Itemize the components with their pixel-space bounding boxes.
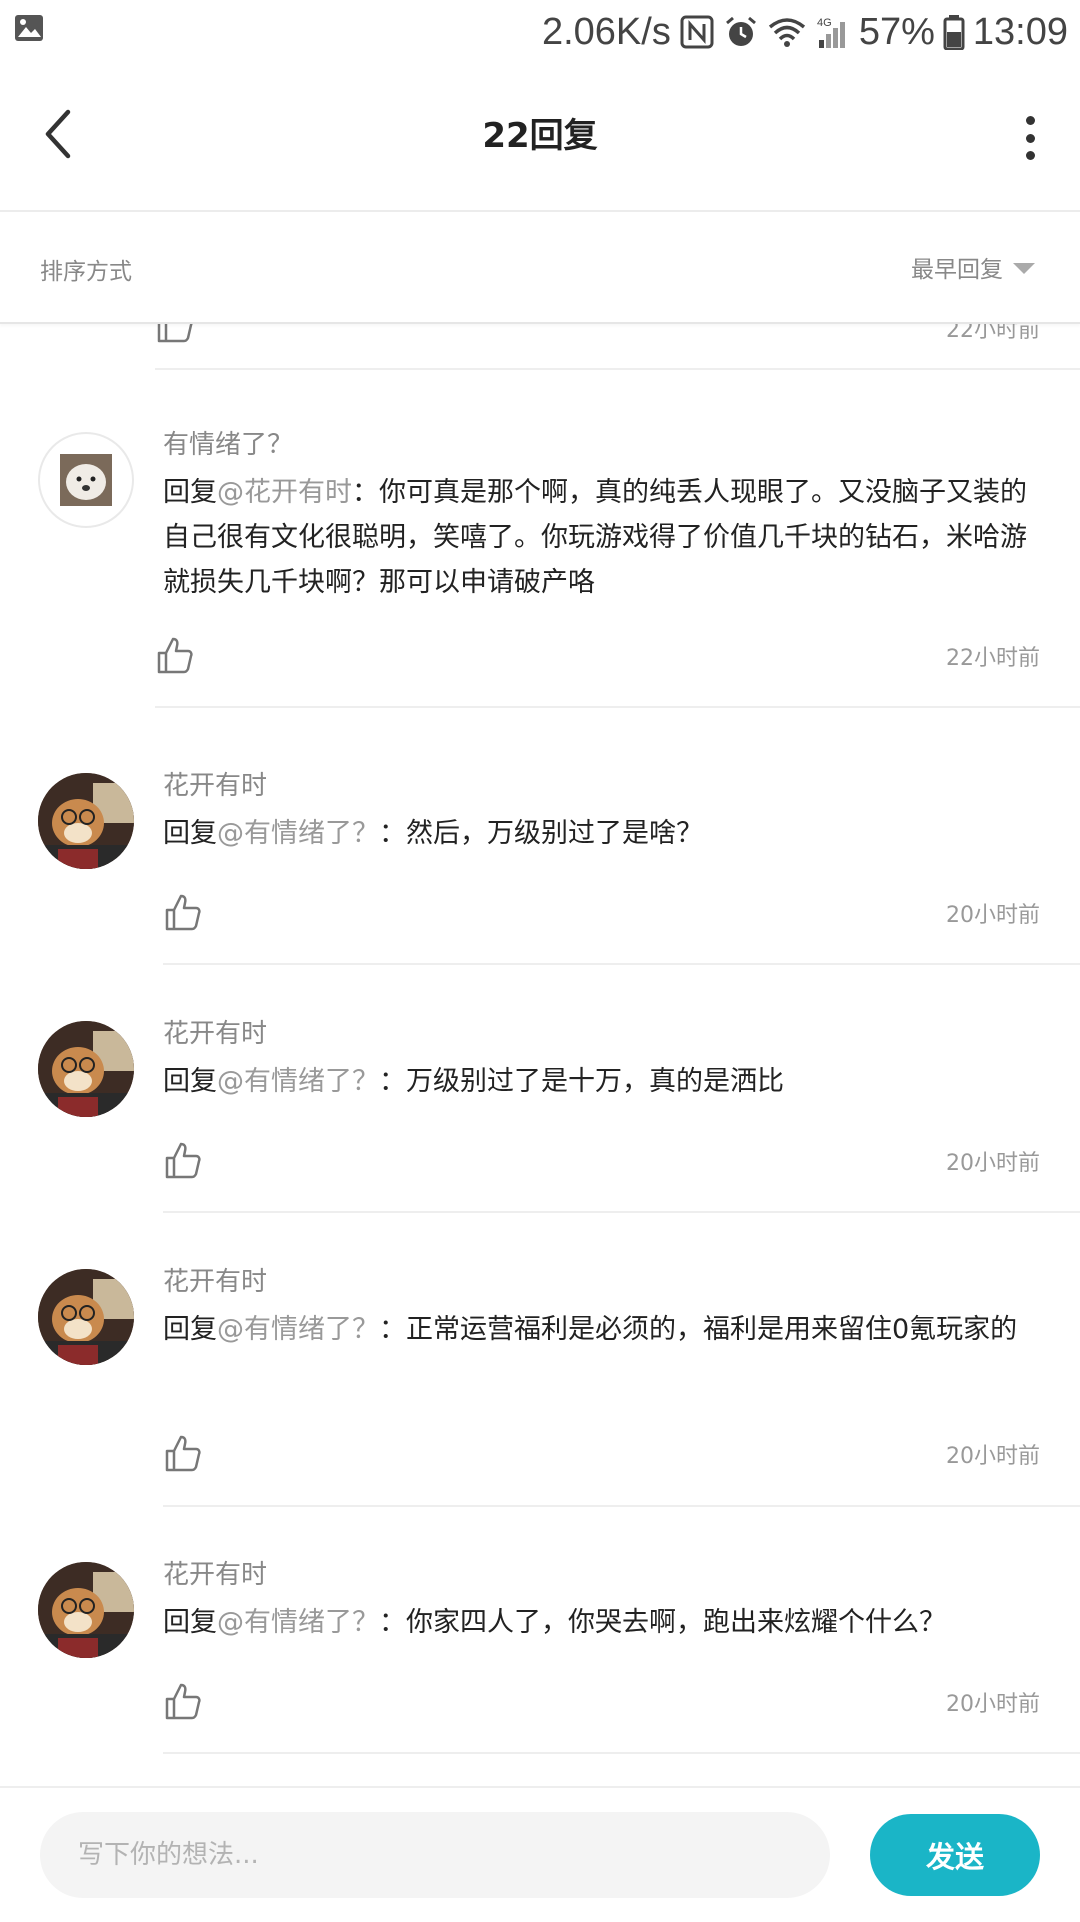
thumbs-up-icon[interactable] xyxy=(163,1681,203,1721)
comment-time: 20小时前 xyxy=(946,903,1040,928)
comment-text: 回复@有情绪了？：你家四人了，你哭去啊，跑出来炫耀个什么？ xyxy=(163,1600,1033,1645)
comment-input[interactable] xyxy=(40,1812,830,1898)
reply-prefix: 回复 xyxy=(163,1314,217,1345)
thumbs-up-icon[interactable] xyxy=(163,1433,203,1473)
mention-link[interactable]: @花开有时 xyxy=(217,477,352,508)
comment-time: 20小时前 xyxy=(946,1444,1040,1469)
avatar[interactable] xyxy=(38,1021,134,1117)
mention-link[interactable]: @有情绪了？ xyxy=(217,818,379,849)
reply-prefix: 回复 xyxy=(163,477,217,508)
mention-link[interactable]: @有情绪了？ xyxy=(217,1607,379,1638)
dog-avatar-image xyxy=(60,454,112,506)
username[interactable]: 花开有时 xyxy=(163,1554,267,1591)
wifi-icon xyxy=(768,18,805,47)
comment-input-bar: 发送 xyxy=(0,1786,1080,1922)
status-bar: 2.06K/s 4G 57% 13:09 xyxy=(0,0,1080,64)
shiba-avatar-image xyxy=(38,1269,134,1365)
comment-body: ：万级别过了是十万，真的是洒比 xyxy=(379,1066,784,1097)
battery-percent: 57% xyxy=(858,10,935,53)
thumbs-up-icon[interactable] xyxy=(155,322,195,344)
sort-label: 排序方式 xyxy=(40,259,132,285)
image-icon xyxy=(15,15,43,41)
shiba-avatar-image xyxy=(38,1021,134,1117)
thumbs-up-icon[interactable] xyxy=(163,892,203,932)
comment-text: 回复@有情绪了？：然后，万级别过了是啥？ xyxy=(163,811,1033,856)
username[interactable]: 花开有时 xyxy=(163,1013,267,1050)
shiba-avatar-image xyxy=(38,773,134,869)
mention-link[interactable]: @有情绪了？ xyxy=(217,1314,379,1345)
page-title: 22回复 xyxy=(482,116,598,156)
thumbs-up-icon[interactable] xyxy=(155,635,195,675)
shiba-avatar-image xyxy=(38,1562,134,1658)
divider xyxy=(163,1505,1080,1507)
comment-body: ：正常运营福利是必须的，福利是用来留住0氪玩家的 xyxy=(379,1314,1018,1345)
comment-body: ：你家四人了，你哭去啊，跑出来炫耀个什么？ xyxy=(379,1607,946,1638)
username[interactable]: 花开有时 xyxy=(163,765,267,802)
comment-time: 22小时前 xyxy=(946,322,1040,343)
divider xyxy=(163,1211,1080,1213)
comment-time: 22小时前 xyxy=(946,646,1040,671)
comment-text: 回复@有情绪了？：正常运营福利是必须的，福利是用来留住0氪玩家的 xyxy=(163,1307,1033,1352)
nfc-icon xyxy=(680,15,714,49)
reply-prefix: 回复 xyxy=(163,818,217,849)
sort-dropdown[interactable]: 最早回复 xyxy=(911,250,1035,284)
more-vert-icon[interactable] xyxy=(1018,116,1042,160)
comment-text: 回复@有情绪了？：万级别过了是十万，真的是洒比 xyxy=(163,1059,1033,1104)
avatar[interactable] xyxy=(38,1562,134,1658)
app-bar: 22回复 xyxy=(0,64,1080,212)
divider xyxy=(163,963,1080,965)
username[interactable]: 花开有时 xyxy=(163,1261,267,1298)
status-right: 2.06K/s 4G 57% 13:09 xyxy=(542,8,1068,56)
reply-prefix: 回复 xyxy=(163,1607,217,1638)
alarm-icon xyxy=(725,16,756,46)
sort-value-text: 最早回复 xyxy=(911,257,1003,283)
reply-prefix: 回复 xyxy=(163,1066,217,1097)
network-speed: 2.06K/s xyxy=(541,10,671,53)
comment-body: ：然后，万级别过了是啥？ xyxy=(379,818,703,849)
clock: 13:09 xyxy=(972,10,1068,53)
sort-bar: 排序方式 最早回复 xyxy=(0,212,1080,324)
comment-partial: 22小时前 xyxy=(0,322,1080,370)
username[interactable]: 有情绪了？ xyxy=(163,424,293,461)
avatar[interactable] xyxy=(38,773,134,869)
divider xyxy=(155,368,1080,370)
thumbs-up-icon[interactable] xyxy=(163,1140,203,1180)
divider xyxy=(163,1752,1080,1754)
comment-time: 20小时前 xyxy=(946,1151,1040,1176)
comment-text: 回复@花开有时：你可真是那个啊，真的纯丢人现眼了。又没脑子又装的自己很有文化很聪… xyxy=(163,470,1033,605)
comment-list[interactable]: 22小时前 有情绪了？ 回复@花开有时：你可真是那个啊，真的纯丢人现眼了。又没脑… xyxy=(0,322,1080,1786)
send-button[interactable]: 发送 xyxy=(870,1814,1040,1896)
signal-icon: 4G xyxy=(817,17,845,48)
avatar[interactable] xyxy=(38,432,134,528)
mention-link[interactable]: @有情绪了？ xyxy=(217,1066,379,1097)
divider xyxy=(155,706,1080,708)
avatar[interactable] xyxy=(38,1269,134,1365)
battery-icon xyxy=(943,15,965,50)
caret-down-icon xyxy=(1013,262,1035,274)
svg-text:4G: 4G xyxy=(817,17,832,29)
comment-time: 20小时前 xyxy=(946,1692,1040,1717)
